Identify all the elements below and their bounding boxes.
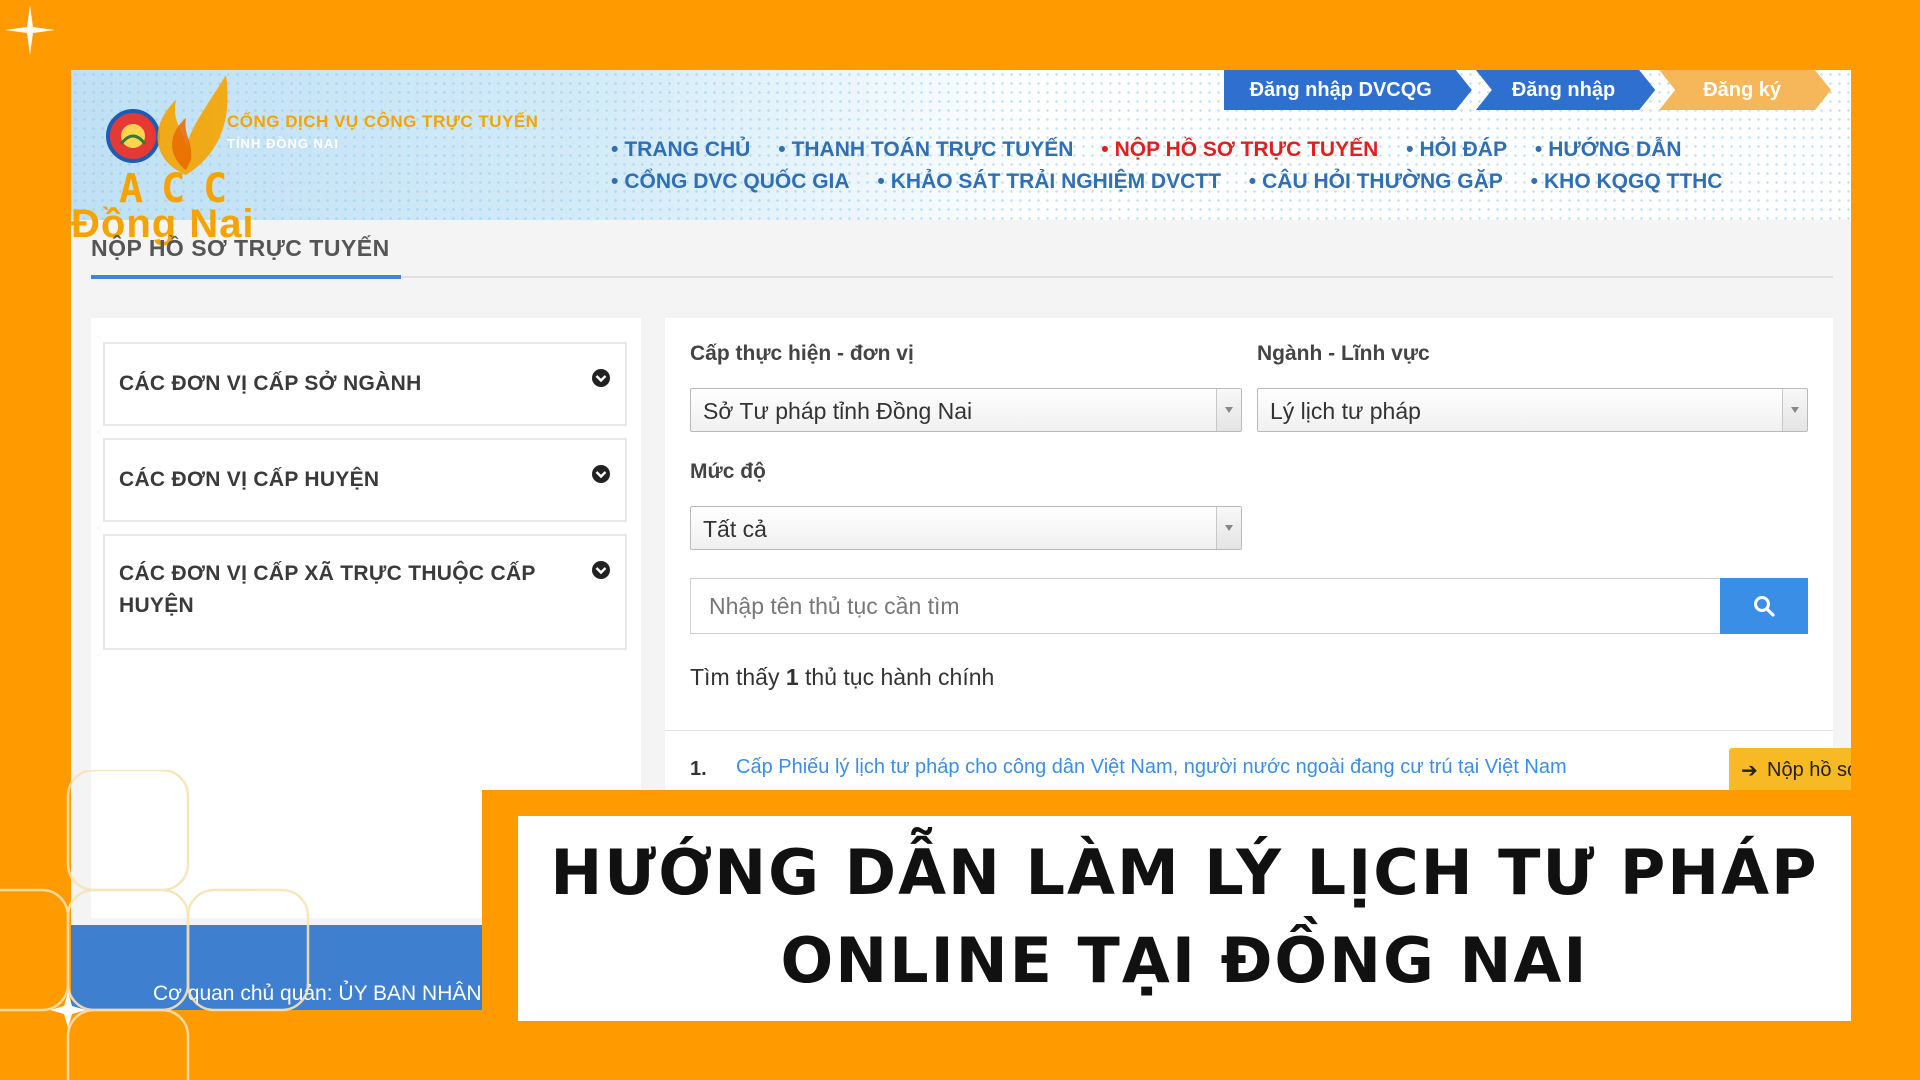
degree-select-value: Tất cả <box>703 516 767 542</box>
chevron-circle-down-icon[interactable] <box>591 464 611 484</box>
result-count-number: 1 <box>785 664 799 690</box>
field-select-value: Lý lịch tư pháp <box>1270 398 1421 424</box>
nav-experience-survey[interactable]: KHẢO SÁT TRẢI NGHIỆM DVCTT <box>877 170 1221 193</box>
unit-group-commune[interactable]: CÁC ĐƠN VỊ CẤP XÃ TRỰC THUỘC CẤP HUYỆN <box>103 534 627 650</box>
title-underline <box>91 275 401 279</box>
nav-faq[interactable]: CÂU HỎI THƯỜNG GẶP <box>1249 170 1503 193</box>
result-count: Tìm thấy 1 thủ tục hành chính <box>690 664 994 691</box>
field-label: Ngành - Lĩnh vực <box>1257 342 1430 365</box>
level-label: Cấp thực hiện - đơn vị <box>690 342 914 365</box>
procedure-link[interactable]: Cấp Phiếu lý lịch tư pháp cho công dân V… <box>736 756 1567 779</box>
result-count-suffix: thủ tục hành chính <box>805 664 995 690</box>
acc-flame-logo-icon <box>157 75 228 175</box>
dropdown-arrow-icon[interactable] <box>1782 389 1807 431</box>
arrow-right-icon: ➔ <box>1741 760 1758 782</box>
login-dvcqg-button[interactable]: Đăng nhập DVCQG <box>1224 70 1472 110</box>
level-select[interactable]: Sở Tư pháp tỉnh Đồng Nai <box>690 388 1242 432</box>
nav-online-payment[interactable]: THANH TOÁN TRỰC TUYẾN <box>778 138 1073 161</box>
dropdown-arrow-icon[interactable] <box>1216 507 1241 549</box>
result-index: 1. <box>690 758 707 780</box>
page-title: NỘP HỒ SƠ TRỰC TUYẾN <box>91 235 390 261</box>
search-input[interactable] <box>690 578 1720 634</box>
unit-group-label: CÁC ĐƠN VỊ CẤP SỞ NGÀNH <box>119 372 422 395</box>
portal-name: CỔNG DỊCH VỤ CÔNG TRỰC TUYẾN <box>227 112 539 131</box>
unit-group-label: CÁC ĐƠN VỊ CẤP HUYỆN <box>119 468 380 491</box>
procedure-search <box>690 578 1808 634</box>
sparkle-icon <box>5 5 55 55</box>
main-nav-row-1: TRANG CHỦ THANH TOÁN TRỰC TUYẾN NỘP HỒ S… <box>611 138 1704 162</box>
chevron-circle-down-icon[interactable] <box>591 368 611 388</box>
nav-submit-dossier[interactable]: NỘP HỒ SƠ TRỰC TUYẾN <box>1101 138 1378 161</box>
submit-dossier-label: Nộp hồ sơ <box>1767 759 1851 781</box>
unit-group-department[interactable]: CÁC ĐƠN VỊ CẤP SỞ NGÀNH <box>103 342 627 426</box>
register-button[interactable]: Đăng ký <box>1659 70 1831 110</box>
nav-qa[interactable]: HỎI ĐÁP <box>1406 138 1507 161</box>
unit-group-district[interactable]: CÁC ĐƠN VỊ CẤP HUYỆN <box>103 438 627 522</box>
nav-home[interactable]: TRANG CHỦ <box>611 138 750 161</box>
nav-guide[interactable]: HƯỚNG DẪN <box>1535 138 1682 161</box>
result-count-prefix: Tìm thấy <box>690 664 780 690</box>
portal-subtitle: TỈNH ĐỒNG NAI <box>227 136 339 151</box>
decorative-rounded-lines <box>0 770 310 1080</box>
search-button[interactable] <box>1720 578 1808 634</box>
caption-line-1: HƯỚNG DẪN LÀM LÝ LỊCH TƯ PHÁP <box>550 836 1819 909</box>
caption-box: HƯỚNG DẪN LÀM LÝ LỊCH TƯ PHÁP ONLINE TẠI… <box>518 816 1851 1021</box>
degree-select[interactable]: Tất cả <box>690 506 1242 550</box>
degree-label: Mức độ <box>690 460 766 483</box>
level-select-value: Sở Tư pháp tỉnh Đồng Nai <box>703 398 973 424</box>
submit-dossier-button[interactable]: ➔ Nộp hồ sơ <box>1729 748 1851 792</box>
result-divider <box>665 730 1833 731</box>
dropdown-arrow-icon[interactable] <box>1216 389 1241 431</box>
unit-group-label: CÁC ĐƠN VỊ CẤP XÃ TRỰC THUỘC CẤP HUYỆN <box>119 562 536 617</box>
main-nav-row-2: CỔNG DVC QUỐC GIA KHẢO SÁT TRẢI NGHIỆM D… <box>611 170 1744 194</box>
login-button[interactable]: Đăng nhập <box>1476 70 1655 110</box>
nav-national-portal[interactable]: CỔNG DVC QUỐC GIA <box>611 170 850 193</box>
chevron-circle-down-icon[interactable] <box>591 560 611 580</box>
auth-bar: Đăng nhập DVCQG Đăng nhập Đăng ký <box>1224 70 1831 110</box>
search-icon <box>1754 596 1775 617</box>
nav-results-repository[interactable]: KHO KQGQ TTHC <box>1531 170 1723 193</box>
caption-line-2: ONLINE TẠI ĐỒNG NAI <box>780 924 1589 997</box>
field-select[interactable]: Lý lịch tư pháp <box>1257 388 1808 432</box>
